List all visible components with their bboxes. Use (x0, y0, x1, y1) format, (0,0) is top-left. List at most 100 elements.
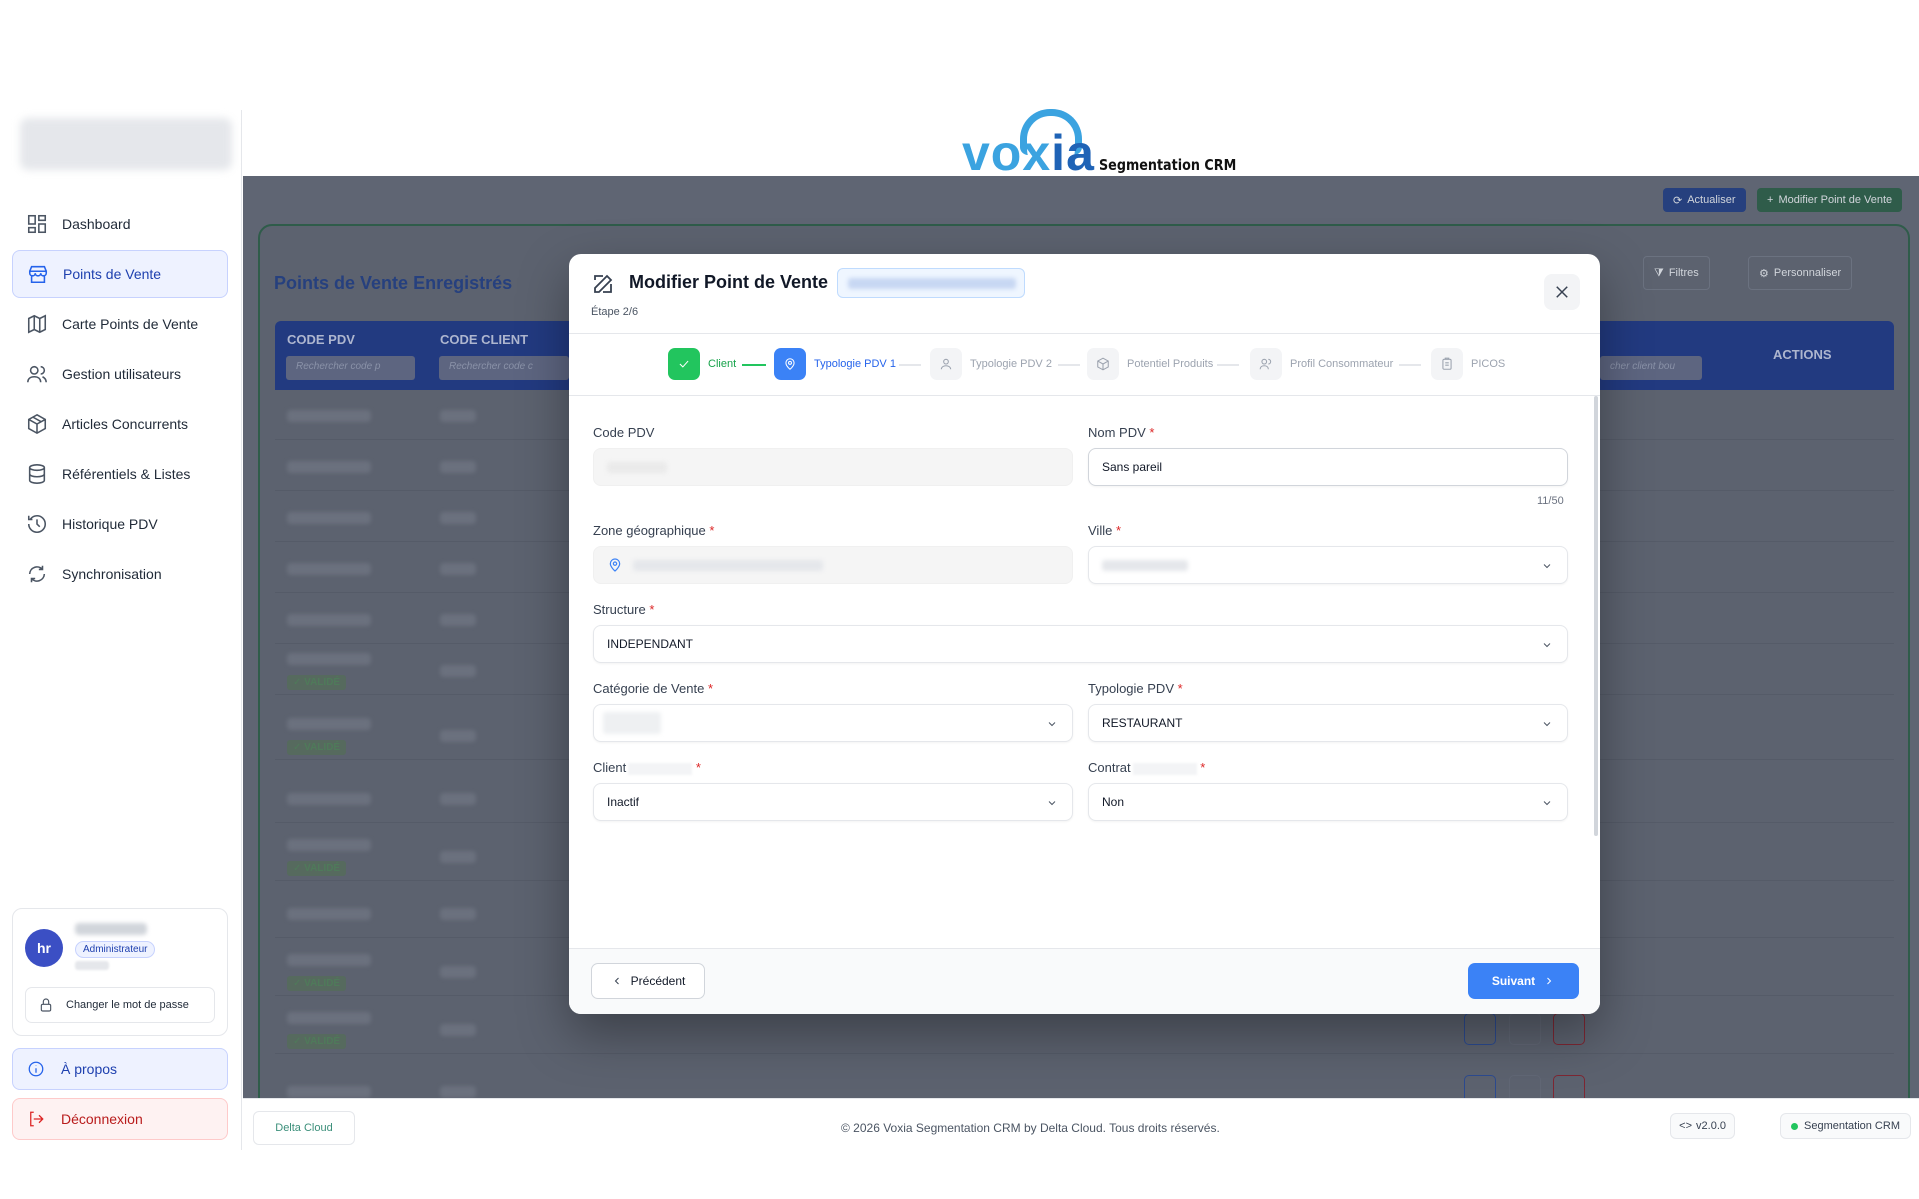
column-actions: ACTIONS (1773, 347, 1832, 362)
app-badge: Segmentation CRM (1780, 1113, 1911, 1139)
history-icon (27, 514, 46, 533)
structure-select[interactable]: INDEPENDANT (593, 625, 1568, 663)
edit-pdv-modal: Modifier Point de Vente Étape 2/6 Client… (569, 254, 1600, 1014)
cell-code-pdv (287, 653, 371, 665)
step-profil[interactable]: Profil Consommateur (1250, 348, 1393, 380)
info-icon (28, 1061, 44, 1077)
previous-button[interactable]: Précédent (591, 963, 705, 999)
step-client[interactable]: Client (668, 348, 736, 380)
filter-code-client[interactable]: Rechercher code c (439, 356, 569, 380)
nom-pdv-label: Nom PDV * (1088, 425, 1155, 440)
step-connector (1058, 364, 1080, 366)
sidebar-item-dashboard[interactable]: Dashboard (12, 200, 228, 248)
step-typologie-2[interactable]: Typologie PDV 2 (930, 348, 1052, 380)
sidebar-item-articles[interactable]: Articles Concurrents (12, 400, 228, 448)
sidebar: Dashboard Points de Vente Carte Points d… (0, 110, 242, 1150)
column-code-client: CODE CLIENT (440, 332, 529, 347)
code-pdv-label: Code PDV (593, 425, 655, 440)
copyright: © 2026 Voxia Segmentation CRM by Delta C… (841, 1121, 1220, 1135)
cell-code-client (440, 793, 476, 805)
cell-code-client (440, 1024, 476, 1036)
step-connector (742, 364, 766, 366)
pdv-code-chip (837, 268, 1025, 298)
typologie-select[interactable]: RESTAURANT (1088, 704, 1568, 742)
zone-input[interactable] (593, 546, 1073, 584)
cell-code-client (440, 410, 476, 422)
user-icon (940, 358, 952, 370)
zone-label: Zone géographique * (593, 523, 715, 538)
ville-label: Ville * (1088, 523, 1122, 538)
sidebar-logo (20, 118, 232, 170)
modal-body: Code PDV Nom PDV * Sans pareil 11/50 Zon… (569, 396, 1600, 948)
cell-code-client (440, 851, 476, 863)
package-icon (1097, 357, 1109, 371)
attach-row-button[interactable] (1509, 1013, 1541, 1045)
cell-code-client (440, 966, 476, 978)
scrollbar[interactable] (1594, 396, 1598, 836)
nom-pdv-input[interactable]: Sans pareil (1088, 448, 1568, 486)
cell-code-client (440, 512, 476, 524)
check-icon (679, 360, 689, 368)
role-badge: Administrateur (75, 941, 156, 958)
edit-icon (594, 274, 613, 293)
cell-code-pdv (287, 908, 371, 920)
filters-button[interactable]: ⧩ Filtres (1643, 256, 1710, 290)
cell-code-client (440, 908, 476, 920)
sidebar-item-utilisateurs[interactable]: Gestion utilisateurs (12, 350, 228, 398)
sidebar-item-referentiels[interactable]: Référentiels & Listes (12, 450, 228, 498)
sidebar-nav: Dashboard Points de Vente Carte Points d… (12, 200, 228, 600)
cell-code-pdv (287, 839, 371, 851)
cell-code-client (440, 730, 476, 742)
step-typologie-1[interactable]: Typologie PDV 1 (774, 348, 896, 380)
avatar: hr (25, 929, 63, 967)
about-button[interactable]: À propos (12, 1048, 228, 1090)
contrat-select[interactable]: Non (1088, 783, 1568, 821)
categorie-select[interactable] (593, 704, 1073, 742)
page-title: Points de Vente Enregistrés (274, 273, 513, 293)
sidebar-item-carte[interactable]: Carte Points de Vente (12, 300, 228, 348)
plus-icon: + (1767, 194, 1774, 206)
cell-code-client (440, 665, 476, 677)
filter-icon: ⧩ (1654, 266, 1664, 279)
edit-row-button[interactable] (1464, 1013, 1496, 1045)
step-picos[interactable]: PICOS (1431, 348, 1505, 380)
database-icon (28, 464, 46, 484)
refresh-button[interactable]: ⟳ Actualiser (1663, 188, 1746, 212)
status-dot-icon (1791, 1122, 1798, 1130)
close-button[interactable] (1544, 274, 1580, 310)
step-potentiel[interactable]: Potentiel Produits (1087, 348, 1213, 380)
footer: Delta Cloud © 2026 Voxia Segmentation CR… (243, 1098, 1919, 1158)
customize-button[interactable]: ⚙ Personnaliser (1748, 256, 1853, 290)
delete-row-button[interactable] (1553, 1013, 1585, 1045)
chevron-down-icon (1543, 722, 1551, 727)
step-connector (1217, 364, 1239, 366)
sidebar-item-synchronisation[interactable]: Synchronisation (12, 550, 228, 598)
cell-code-pdv (287, 410, 371, 422)
logout-button[interactable]: Déconnexion (12, 1098, 228, 1140)
char-counter: 11/50 (1537, 495, 1564, 507)
sidebar-item-historique[interactable]: Historique PDV (12, 500, 228, 548)
cell-code-pdv (287, 793, 371, 805)
categorie-label: Catégorie de Vente * (593, 681, 713, 696)
next-button[interactable]: Suivant (1468, 963, 1579, 999)
modal-title: Modifier Point de Vente (629, 272, 829, 292)
lock-icon (40, 998, 52, 1012)
edit-pdv-top-button[interactable]: + Modifier Point de Vente (1757, 188, 1903, 212)
cell-code-pdv (287, 1012, 371, 1024)
filter-code-pdv[interactable]: Rechercher code p (286, 356, 415, 380)
code-pdv-input[interactable] (593, 448, 1073, 486)
change-password-button[interactable]: Changer le mot de passe (25, 987, 215, 1023)
map-icon (27, 314, 47, 334)
sidebar-item-points-de-vente[interactable]: Points de Vente (12, 250, 228, 298)
cell-code-pdv (287, 512, 371, 524)
chevron-left-icon (614, 977, 619, 985)
typologie-label: Typologie PDV * (1088, 681, 1183, 696)
ville-select[interactable] (1088, 546, 1568, 584)
user-name (75, 923, 147, 935)
client-select[interactable]: Inactif (593, 783, 1073, 821)
modal-header: Modifier Point de Vente Étape 2/6 (569, 254, 1600, 334)
sync-icon (28, 565, 46, 583)
contrat-label: Contrat * (1088, 760, 1206, 775)
code-icon: <> (1679, 1120, 1693, 1132)
filter-client[interactable]: cher client bou (1600, 356, 1702, 380)
